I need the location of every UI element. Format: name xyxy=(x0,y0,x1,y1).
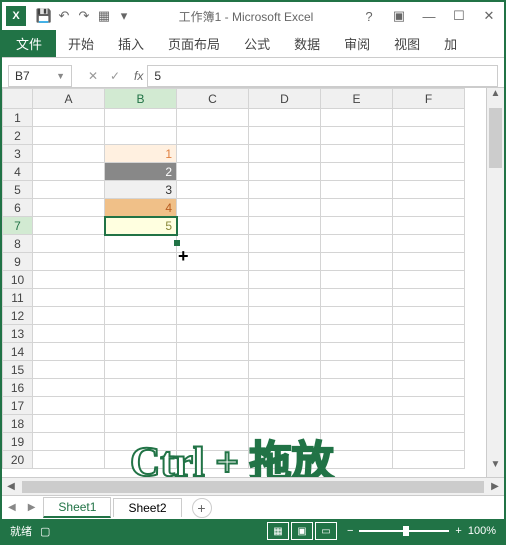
tab-view[interactable]: 视图 xyxy=(382,29,432,58)
cell-B3[interactable]: 1 xyxy=(105,145,177,163)
spreadsheet-grid[interactable]: A B C D E F 1 2 3 1 4 2 5 3 6 4 7 5 8 9 10 11… xyxy=(2,88,486,477)
col-header-C[interactable]: C xyxy=(177,89,249,109)
scroll-down-icon[interactable]: ▼ xyxy=(487,459,504,477)
save-icon[interactable]: 💾 xyxy=(36,8,52,24)
formula-input[interactable]: 5 xyxy=(147,65,498,87)
formula-bar: B7 ▼ ✕ ✓ fx 5 xyxy=(2,64,504,88)
hscroll-thumb[interactable] xyxy=(22,481,484,493)
tab-data[interactable]: 数据 xyxy=(282,29,332,58)
name-box-dropdown-icon[interactable]: ▼ xyxy=(56,71,65,81)
row-header[interactable]: 20 xyxy=(3,451,33,469)
col-header-D[interactable]: D xyxy=(249,89,321,109)
col-header-F[interactable]: F xyxy=(393,89,465,109)
row-header[interactable]: 9 xyxy=(3,253,33,271)
app-icon[interactable]: X xyxy=(6,6,26,26)
row-header[interactable]: 19 xyxy=(3,433,33,451)
undo-icon[interactable]: ↶ xyxy=(56,8,72,24)
scroll-left-icon[interactable]: ◀ xyxy=(2,481,20,492)
scroll-thumb[interactable] xyxy=(489,108,502,168)
row-header[interactable]: 15 xyxy=(3,361,33,379)
row-header[interactable]: 10 xyxy=(3,271,33,289)
window-title: 工作簿1 - Microsoft Excel xyxy=(138,8,354,25)
fx-icon[interactable]: fx xyxy=(130,69,147,83)
sheet-tab-1[interactable]: Sheet1 xyxy=(43,497,111,518)
cancel-icon[interactable]: ✕ xyxy=(84,69,102,83)
col-header-A[interactable]: A xyxy=(33,89,105,109)
zoom-in-button[interactable]: + xyxy=(455,525,461,537)
row-header[interactable]: 18 xyxy=(3,415,33,433)
row-header[interactable]: 7 xyxy=(3,217,33,235)
minimize-icon[interactable]: — xyxy=(414,3,444,29)
tab-home[interactable]: 开始 xyxy=(56,29,106,58)
title-bar: X 💾 ↶ ↷ ▦ ▾ 工作簿1 - Microsoft Excel ? ▣ —… xyxy=(2,2,504,30)
redo-icon[interactable]: ↷ xyxy=(76,8,92,24)
view-switcher: ▦ ▣ ▭ xyxy=(267,522,337,540)
scroll-right-icon[interactable]: ▶ xyxy=(486,481,504,492)
zoom-control: − + 100% xyxy=(347,525,496,537)
col-header-B[interactable]: B xyxy=(105,89,177,109)
sheet-tab-2[interactable]: Sheet2 xyxy=(113,498,181,517)
row-header[interactable]: 4 xyxy=(3,163,33,181)
row-header[interactable]: 8 xyxy=(3,235,33,253)
normal-view-icon[interactable]: ▦ xyxy=(267,522,289,540)
vertical-scrollbar[interactable]: ▲ ▼ xyxy=(486,88,504,477)
annotation-text: Ctrl + 拖放 xyxy=(130,428,334,477)
status-bar: 就绪 ▢ ▦ ▣ ▭ − + 100% xyxy=(2,519,504,543)
name-box[interactable]: B7 ▼ xyxy=(8,65,72,87)
grid-icon[interactable]: ▦ xyxy=(96,8,112,24)
page-layout-view-icon[interactable]: ▣ xyxy=(291,522,313,540)
row-header[interactable]: 17 xyxy=(3,397,33,415)
row-header[interactable]: 3 xyxy=(3,145,33,163)
tab-review[interactable]: 审阅 xyxy=(332,29,382,58)
copy-cursor-icon: + xyxy=(178,246,189,267)
formula-value: 5 xyxy=(154,69,161,83)
row-header[interactable]: 14 xyxy=(3,343,33,361)
tab-formulas[interactable]: 公式 xyxy=(232,29,282,58)
tab-more[interactable]: 加 xyxy=(432,29,469,58)
sheet-nav-prev-icon[interactable]: ◀ xyxy=(2,502,22,513)
quick-access-toolbar: 💾 ↶ ↷ ▦ ▾ xyxy=(30,8,138,24)
row-header[interactable]: 13 xyxy=(3,325,33,343)
status-ready: 就绪 xyxy=(10,523,32,539)
macro-record-icon[interactable]: ▢ xyxy=(40,525,50,538)
row-header[interactable]: 5 xyxy=(3,181,33,199)
file-tab[interactable]: 文件 xyxy=(2,30,56,57)
row-header[interactable]: 16 xyxy=(3,379,33,397)
add-sheet-button[interactable]: + xyxy=(192,498,212,518)
ribbon-options-icon[interactable]: ▣ xyxy=(384,3,414,29)
help-icon[interactable]: ? xyxy=(354,3,384,29)
horizontal-scrollbar[interactable]: ◀ ▶ xyxy=(2,477,504,495)
sheet-nav-next-icon[interactable]: ▶ xyxy=(22,502,42,513)
ribbon-tabs: 文件 开始 插入 页面布局 公式 数据 审阅 视图 加 xyxy=(2,30,504,58)
row-header[interactable]: 1 xyxy=(3,109,33,127)
enter-icon[interactable]: ✓ xyxy=(106,69,124,83)
scroll-up-icon[interactable]: ▲ xyxy=(487,88,504,106)
row-header[interactable]: 12 xyxy=(3,307,33,325)
row-header[interactable]: 2 xyxy=(3,127,33,145)
name-box-value: B7 xyxy=(15,69,30,83)
close-icon[interactable]: ✕ xyxy=(474,3,504,29)
zoom-out-button[interactable]: − xyxy=(347,525,353,537)
zoom-level[interactable]: 100% xyxy=(468,525,496,537)
cell-B6[interactable]: 4 xyxy=(105,199,177,217)
maximize-icon[interactable]: ☐ xyxy=(444,3,474,29)
cell-B4[interactable]: 2 xyxy=(105,163,177,181)
zoom-slider[interactable] xyxy=(359,530,449,532)
row-header[interactable]: 11 xyxy=(3,289,33,307)
col-header-E[interactable]: E xyxy=(321,89,393,109)
tab-insert[interactable]: 插入 xyxy=(106,29,156,58)
dropdown-icon[interactable]: ▾ xyxy=(116,8,132,24)
sheet-tab-bar: ◀ ▶ Sheet1 Sheet2 + xyxy=(2,495,504,519)
cell-B7[interactable]: 5 xyxy=(105,217,177,235)
cell-B5[interactable]: 3 xyxy=(105,181,177,199)
row-header[interactable]: 6 xyxy=(3,199,33,217)
page-break-view-icon[interactable]: ▭ xyxy=(315,522,337,540)
tab-layout[interactable]: 页面布局 xyxy=(156,29,232,58)
select-all-corner[interactable] xyxy=(3,89,33,109)
